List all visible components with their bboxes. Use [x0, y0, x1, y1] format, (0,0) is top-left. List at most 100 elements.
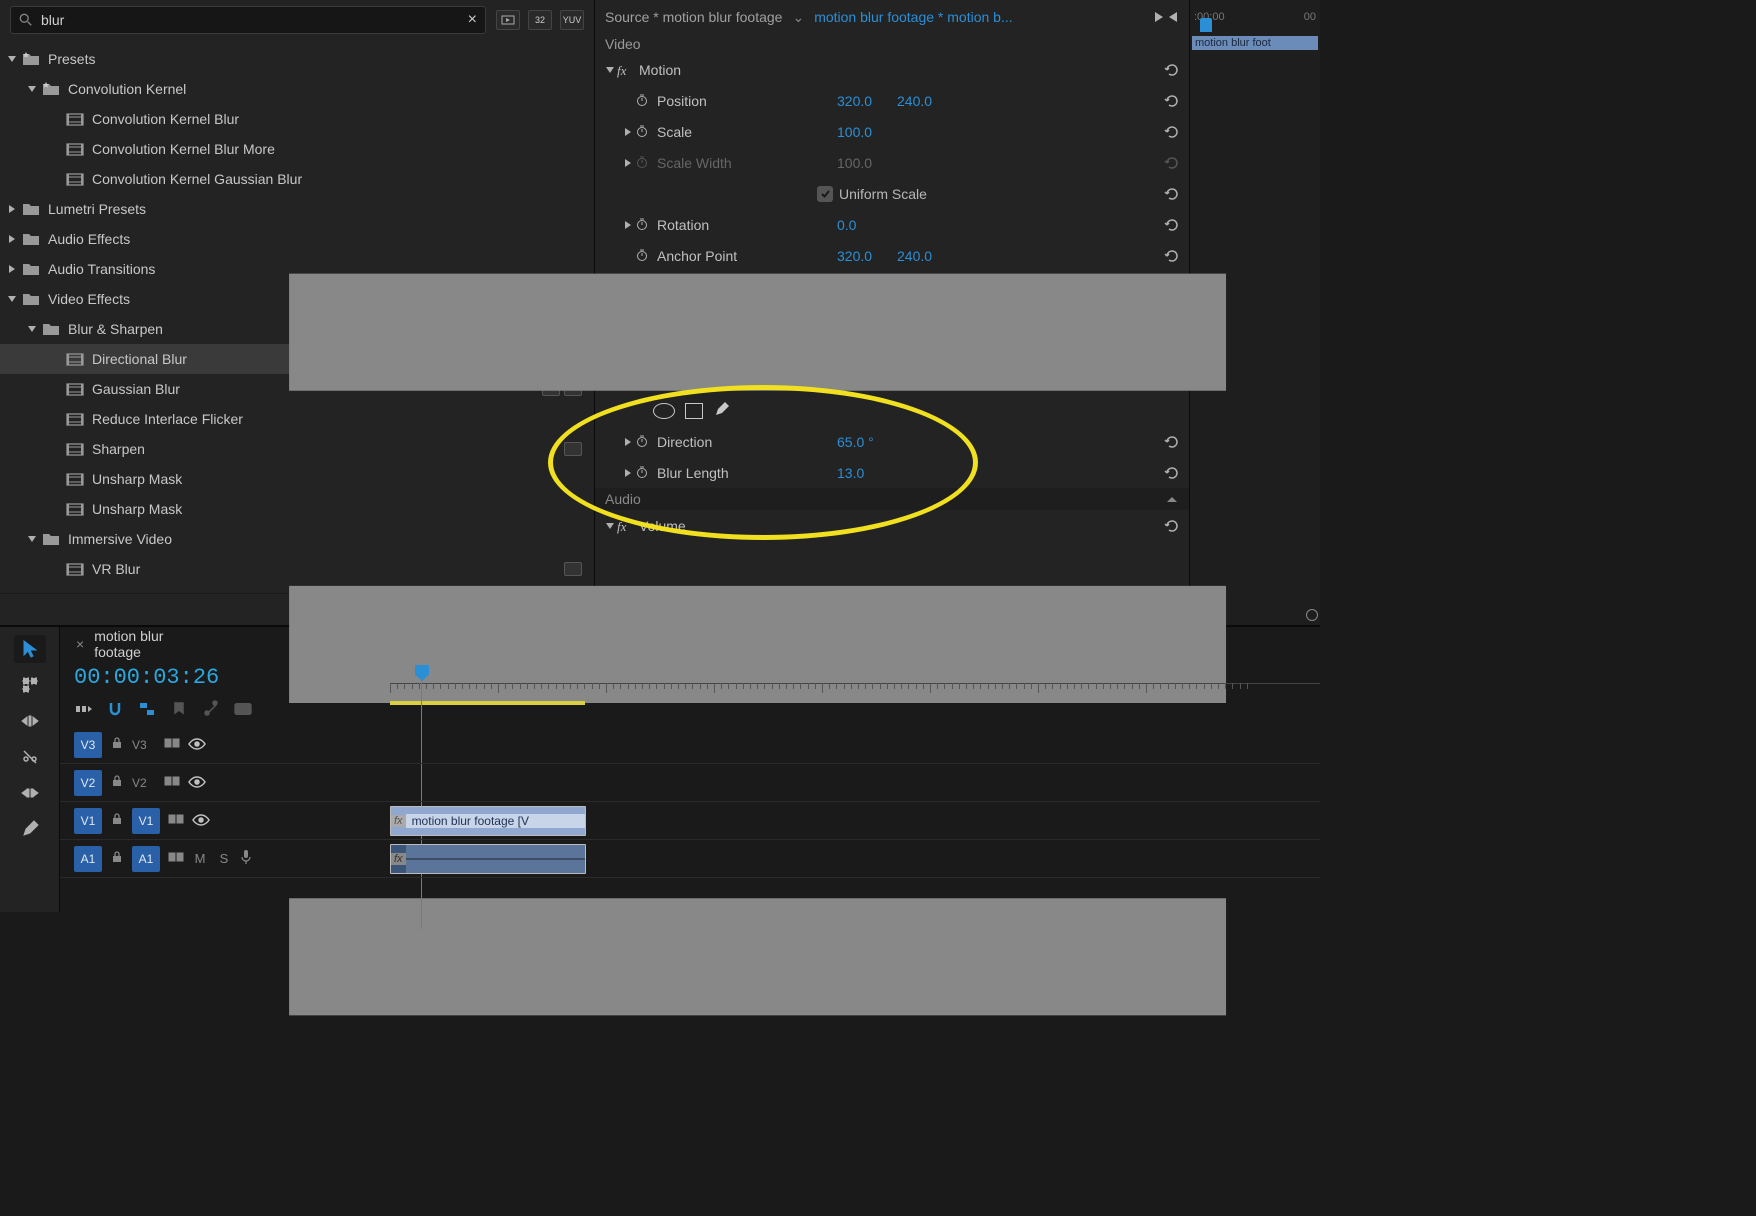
lock-icon[interactable]: [110, 812, 124, 829]
pen-tool[interactable]: [14, 815, 46, 843]
preset-icon: [66, 501, 84, 517]
timeline-ruler[interactable]: :00:0000:00:14:2900:00:29:2900:00:44:290…: [390, 661, 1320, 726]
reset-icon[interactable]: [1163, 93, 1181, 109]
twirl-right-icon[interactable]: [621, 127, 635, 137]
twirl-down-icon[interactable]: [6, 53, 18, 65]
work-area-bar[interactable]: [390, 701, 585, 705]
toggle-track-output-icon[interactable]: [192, 813, 210, 829]
audio-clip[interactable]: fx: [390, 844, 586, 874]
sync-lock-icon[interactable]: [164, 736, 180, 753]
play-only-icon[interactable]: [1153, 11, 1179, 23]
insert-mode-icon[interactable]: [74, 700, 92, 721]
tree-item-presets[interactable]: Presets: [0, 44, 594, 74]
search-box[interactable]: ×: [10, 6, 486, 34]
tree-item-label: Presets: [48, 51, 588, 67]
twirl-down-icon[interactable]: [6, 293, 18, 305]
stopwatch-icon[interactable]: [635, 155, 651, 171]
tree-item-convolution-kernel-blur[interactable]: Convolution Kernel Blur: [0, 104, 594, 134]
twirl-right-icon[interactable]: [621, 158, 635, 168]
property-row[interactable]: Scale100.0: [595, 116, 1189, 147]
track-header-v1[interactable]: V1 V1: [60, 802, 390, 840]
sequence-clip-label[interactable]: motion blur footage * motion b...: [814, 9, 1012, 25]
track-target-a1[interactable]: A1: [132, 846, 160, 872]
source-patch-v1[interactable]: V1: [74, 808, 102, 834]
fx-badge-icon[interactable]: fx: [617, 63, 635, 77]
source-patch-a1[interactable]: A1: [74, 846, 102, 872]
source-patch-v3[interactable]: V3: [74, 732, 102, 758]
marker-icon[interactable]: [170, 700, 188, 721]
property-value[interactable]: 240.0: [897, 93, 957, 109]
sync-lock-icon[interactable]: [168, 850, 184, 867]
property-row[interactable]: fxMotion: [595, 54, 1189, 85]
property-value[interactable]: 100.0: [837, 155, 897, 171]
property-value[interactable]: 100.0: [837, 124, 897, 140]
track-target-v1[interactable]: V1: [132, 808, 160, 834]
yuv-toggle[interactable]: YUV: [560, 10, 584, 30]
track-lane-v2[interactable]: [390, 764, 1320, 802]
search-input[interactable]: [33, 12, 468, 28]
solo-button[interactable]: S: [216, 851, 232, 866]
tree-item-convolution-kernel[interactable]: Convolution Kernel: [0, 74, 594, 104]
stopwatch-icon[interactable]: [635, 93, 651, 109]
track-lane-v1[interactable]: fx motion blur footage [V: [390, 802, 1320, 840]
track-header-v2[interactable]: V2 V2: [60, 764, 390, 802]
sync-lock-icon[interactable]: [164, 774, 180, 791]
snap-icon[interactable]: [106, 700, 124, 721]
twirl-right-icon[interactable]: [6, 203, 18, 215]
track-lane-v3[interactable]: [390, 726, 1320, 764]
fx-badge-icon: fx: [391, 853, 406, 865]
32bit-toggle[interactable]: 32: [528, 10, 552, 30]
twirl-right-icon[interactable]: [6, 263, 18, 275]
reset-icon[interactable]: [1163, 155, 1181, 171]
tree-item-convolution-kernel-blur-more[interactable]: Convolution Kernel Blur More: [0, 134, 594, 164]
slip-tool[interactable]: [14, 779, 46, 807]
sequence-menu-icon[interactable]: [211, 176, 1304, 1113]
track-label: V2: [132, 776, 156, 790]
ruler-tick-label: 00:01:29:28: [1038, 667, 1146, 681]
twirl-down-icon[interactable]: [26, 323, 38, 335]
twirl-down-icon[interactable]: [26, 533, 38, 545]
twirl-down-icon[interactable]: [26, 83, 38, 95]
track-lane-a1[interactable]: fx: [390, 840, 1320, 878]
voiceover-record-icon[interactable]: [240, 849, 252, 868]
reset-icon[interactable]: [1163, 62, 1181, 78]
property-row[interactable]: Position320.0240.0: [595, 85, 1189, 116]
twirl-right-icon[interactable]: [6, 233, 18, 245]
preset-icon: [66, 471, 84, 487]
selection-tool[interactable]: [14, 635, 46, 663]
chevron-down-icon[interactable]: ⌄: [792, 9, 804, 26]
track-header-a1[interactable]: A1 A1 M S: [60, 840, 390, 878]
razor-tool[interactable]: [14, 743, 46, 771]
toggle-track-output-icon[interactable]: [188, 737, 206, 753]
clear-search-icon[interactable]: ×: [468, 11, 477, 29]
mini-playhead[interactable]: [1200, 18, 1212, 32]
search-icon: [19, 13, 33, 27]
video-clip[interactable]: fx motion blur footage [V: [390, 806, 586, 836]
sync-lock-icon[interactable]: [168, 812, 184, 829]
captions-icon[interactable]: CC: [234, 700, 252, 721]
property-value[interactable]: 320.0: [837, 93, 897, 109]
preset-icon: [66, 351, 84, 367]
lock-icon[interactable]: [110, 736, 124, 753]
sequence-name[interactable]: motion blur footage: [94, 628, 201, 660]
lock-icon[interactable]: [110, 850, 124, 867]
zoom-handle-right[interactable]: [1306, 609, 1318, 621]
tool-strip: [0, 627, 60, 912]
ripple-edit-tool[interactable]: [14, 707, 46, 735]
reset-icon[interactable]: [1163, 124, 1181, 140]
property-row[interactable]: Scale Width100.0: [595, 147, 1189, 178]
accelerated-effects-toggle[interactable]: [496, 10, 520, 30]
track-select-tool[interactable]: [14, 671, 46, 699]
mute-button[interactable]: M: [192, 851, 208, 866]
close-sequence-icon[interactable]: ×: [76, 636, 84, 652]
toggle-track-output-icon[interactable]: [188, 775, 206, 791]
timeline-timecode[interactable]: 00:00:03:26: [74, 665, 376, 690]
settings-icon[interactable]: [202, 700, 220, 721]
twirl-down-icon[interactable]: [603, 65, 617, 75]
track-header-v3[interactable]: V3 V3: [60, 726, 390, 764]
linked-selection-icon[interactable]: [138, 700, 156, 721]
lock-icon[interactable]: [110, 774, 124, 791]
folder-icon: [22, 262, 40, 276]
source-patch-v2[interactable]: V2: [74, 770, 102, 796]
stopwatch-icon[interactable]: [635, 124, 651, 140]
